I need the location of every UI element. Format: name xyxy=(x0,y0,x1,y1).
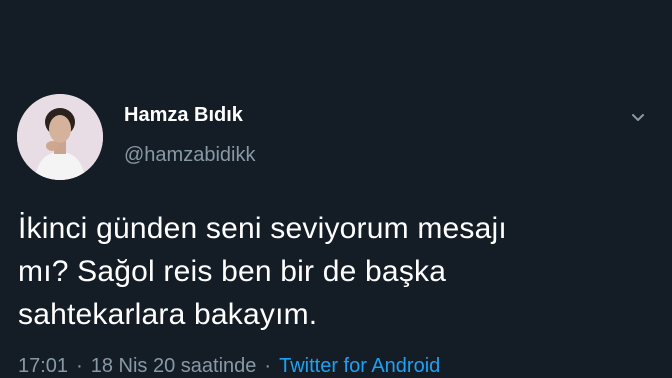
chevron-down-icon[interactable] xyxy=(628,108,648,128)
meta-separator: · xyxy=(264,355,272,377)
tweet-date[interactable]: 18 Nis 20 saatinde xyxy=(91,355,257,377)
tweet-meta: 17:01 · 18 Nis 20 saatinde · Twitter for And… xyxy=(18,355,440,378)
tweet-card: Hamza Bıdık @hamzabidikk İkinci günden s… xyxy=(0,0,672,378)
tweet-time[interactable]: 17:01 xyxy=(18,355,68,377)
tweet-source-link[interactable]: Twitter for Android xyxy=(279,355,440,377)
tweet-text: İkinci günden seni seviyorum mesajı mı? … xyxy=(18,212,507,331)
profile-photo-icon xyxy=(17,94,103,180)
author-name[interactable]: Hamza Bıdık xyxy=(124,104,243,127)
author-handle[interactable]: @hamzabidikk xyxy=(124,144,255,167)
avatar[interactable] xyxy=(17,94,103,180)
meta-separator: · xyxy=(76,355,83,377)
